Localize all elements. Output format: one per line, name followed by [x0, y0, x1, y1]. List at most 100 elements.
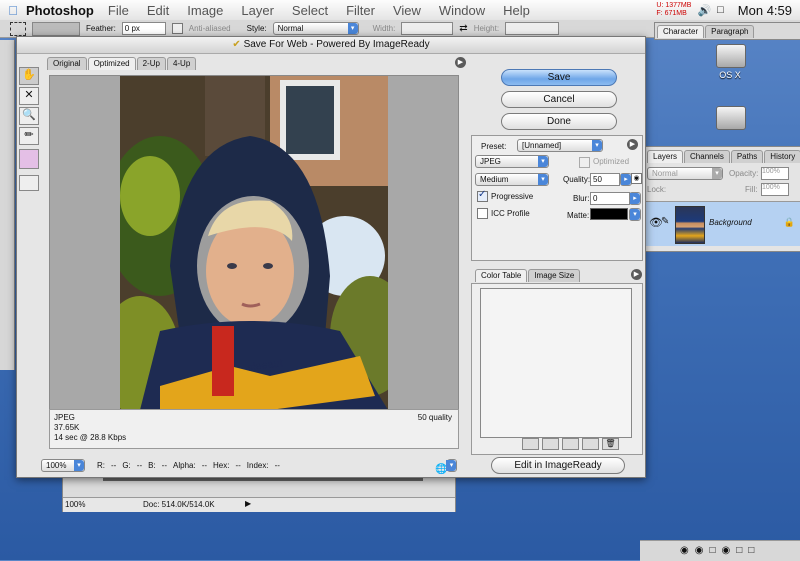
menu-select[interactable]: Select	[292, 3, 328, 18]
chevron-right-icon: ▸	[621, 174, 631, 185]
browser-preview-button[interactable]: 🌐 ▾	[435, 459, 465, 475]
quality-input[interactable]: 50	[590, 173, 620, 186]
memory-free: F: 671MB	[656, 10, 687, 17]
layer-name: Background	[709, 218, 752, 227]
info-format: JPEG	[54, 413, 75, 422]
cancel-button[interactable]: Cancel	[501, 91, 617, 108]
eyedropper-icon[interactable]: ✏	[19, 127, 39, 145]
drive-icon[interactable]	[716, 106, 746, 130]
feather-input[interactable]: 0 px	[121, 22, 166, 35]
menu-edit[interactable]: Edit	[147, 3, 169, 18]
hard-drive-icon[interactable]	[716, 44, 746, 68]
marquee-tool-icon[interactable]	[10, 21, 26, 36]
lock-label: Lock:	[647, 185, 667, 194]
blur-input[interactable]: 0	[590, 192, 630, 205]
map-color-icon[interactable]	[522, 438, 539, 450]
r-label: R:	[97, 460, 105, 470]
slice-select-icon[interactable]: ✕	[19, 87, 39, 105]
tab-2up[interactable]: 2-Up	[136, 57, 166, 70]
quality-level-select[interactable]: Medium ▾	[475, 173, 549, 186]
fill-input[interactable]: 100%	[761, 183, 789, 196]
tab-history[interactable]: History	[764, 150, 800, 163]
alpha-value: --	[201, 460, 208, 470]
matte-color-swatch[interactable]	[590, 208, 628, 220]
color-table-area[interactable]	[480, 288, 632, 438]
menu-image[interactable]: Image	[187, 3, 223, 18]
menu-file[interactable]: File	[108, 3, 129, 18]
tab-optimized[interactable]: Optimized	[87, 57, 136, 70]
layers-panel: Layers Channels Paths History Normal ▾ Op…	[644, 146, 800, 252]
tab-paragraph[interactable]: Paragraph	[705, 25, 755, 38]
preset-select[interactable]: [Unnamed] ▾	[517, 139, 603, 152]
dock: ◉◉□◉□□	[640, 540, 800, 561]
preview-photo: sleeaut	[120, 76, 388, 410]
browser-select[interactable]: ▾	[446, 459, 458, 472]
menu-window[interactable]: Window	[439, 3, 485, 18]
save-button[interactable]: Save	[501, 69, 617, 86]
height-input[interactable]	[505, 22, 560, 35]
play-icon[interactable]: ▶	[245, 499, 251, 508]
chevron-right-icon: ▸	[630, 193, 640, 204]
settings-menu-icon[interactable]: ▶	[627, 139, 638, 150]
icc-profile-checkbox[interactable]	[477, 208, 488, 219]
tab-layers[interactable]: Layers	[647, 150, 684, 163]
toggle-slices-icon[interactable]	[19, 175, 39, 191]
antialiased-checkbox[interactable]	[171, 23, 183, 34]
lock-color-icon[interactable]	[562, 438, 579, 450]
new-color-icon[interactable]	[582, 438, 599, 450]
dialog-status-bar: 100% ▾ R: -- G: -- B: -- Alpha: -- Hex: -…	[41, 457, 481, 473]
dock-icons[interactable]: ◉◉□◉□□	[680, 545, 760, 556]
preset-select-value: [Unnamed]	[522, 141, 562, 150]
apple-menu-icon[interactable]: 	[0, 3, 26, 18]
trash-icon[interactable]: 🗑	[602, 438, 619, 450]
edit-in-imageready-button[interactable]: Edit in ImageReady	[491, 457, 625, 474]
width-label: Width:	[372, 24, 396, 33]
selection-mode-icons[interactable]	[32, 21, 80, 36]
menubar-clock[interactable]: Mon 4:59	[738, 3, 792, 18]
tab-4up[interactable]: 4-Up	[166, 57, 197, 70]
tab-character[interactable]: Character	[657, 25, 705, 38]
menu-filter[interactable]: Filter	[346, 3, 375, 18]
tab-original[interactable]: Original	[47, 57, 87, 70]
volume-icon[interactable]: 🔊	[697, 4, 711, 17]
layer-row-background[interactable]: 👁 ✎ Background 🔒	[645, 201, 800, 246]
desktop-drive-label[interactable]: OS X	[706, 70, 754, 80]
info-filesize: 37.65K	[54, 423, 80, 432]
tab-color-table[interactable]: Color Table	[475, 269, 528, 282]
blur-slider-toggle[interactable]: ▸	[629, 192, 641, 205]
display-icon[interactable]: □	[717, 4, 724, 16]
brush-icon: ✎	[661, 216, 670, 227]
b-value: --	[161, 460, 167, 470]
opacity-input[interactable]: 100%	[761, 167, 789, 180]
hand-tool-icon[interactable]: ✋	[19, 67, 39, 85]
matte-select[interactable]: ▾	[629, 208, 641, 221]
blend-mode-select[interactable]: Normal ▾	[647, 167, 723, 180]
web-shift-icon[interactable]	[542, 438, 559, 450]
document-zoom[interactable]: 100%	[65, 500, 85, 509]
zoom-select[interactable]: 100% ▾	[41, 458, 85, 472]
app-menu[interactable]: Photoshop	[26, 3, 94, 18]
optimized-checkbox[interactable]	[579, 157, 590, 168]
tab-paths[interactable]: Paths	[730, 150, 764, 163]
menu-help[interactable]: Help	[503, 3, 530, 18]
swap-icon[interactable]: ⇄	[459, 23, 467, 34]
zoom-tool-icon[interactable]: 🔍	[19, 107, 39, 125]
style-select[interactable]: Normal ▾	[272, 22, 359, 35]
eyedropper-color-swatch[interactable]	[19, 149, 39, 169]
progressive-checkbox[interactable]: ✓	[477, 189, 488, 202]
tab-channels[interactable]: Channels	[684, 150, 730, 163]
preview-menu-icon[interactable]: ▶	[455, 57, 466, 68]
optimization-info: JPEG 37.65K 14 sec @ 28.8 Kbps 50 qualit…	[49, 409, 459, 449]
tab-image-size[interactable]: Image Size	[528, 269, 581, 282]
width-input[interactable]	[401, 22, 454, 35]
index-label: Index:	[246, 460, 269, 470]
image-preview[interactable]: sleeaut	[49, 75, 459, 411]
done-button[interactable]: Done	[501, 113, 617, 130]
chevron-down-icon: ▾	[446, 460, 457, 471]
color-table-panel: 🗑	[471, 283, 643, 455]
menu-view[interactable]: View	[393, 3, 421, 18]
color-table-menu-icon[interactable]: ▶	[631, 269, 642, 280]
menu-layer[interactable]: Layer	[241, 3, 274, 18]
quality-mask-icon[interactable]: ◉	[631, 173, 642, 184]
file-format-select[interactable]: JPEG ▾	[475, 155, 549, 168]
